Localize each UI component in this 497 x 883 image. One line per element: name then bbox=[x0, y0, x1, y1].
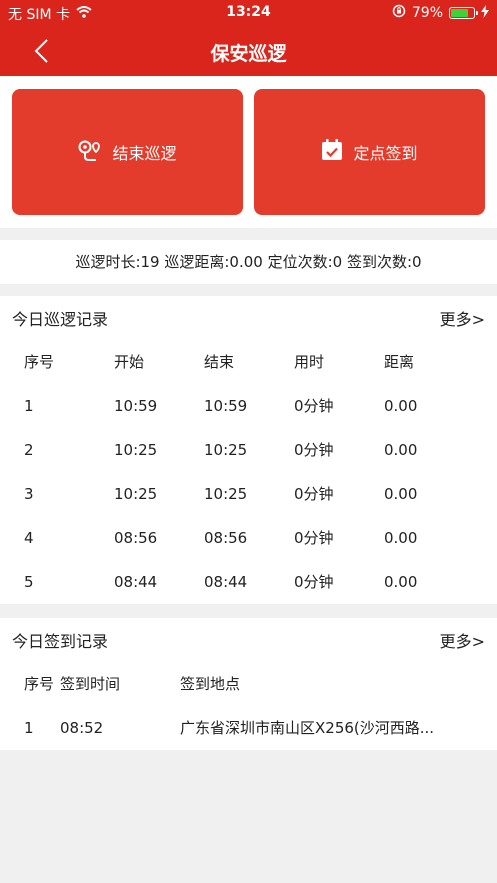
row-duration: 0分钟 bbox=[294, 573, 334, 591]
table-row[interactable]: 5 08:44 08:44 0分钟 0.00 bbox=[0, 560, 497, 604]
battery-fill bbox=[451, 9, 468, 17]
column-header: 签到时间 bbox=[60, 675, 121, 693]
row-start: 08:56 bbox=[114, 529, 158, 547]
row-index: 4 bbox=[24, 529, 34, 547]
row-duration: 0分钟 bbox=[294, 441, 334, 459]
patrol-records-title: 今日巡逻记录 bbox=[12, 310, 109, 329]
checkin-records-title: 今日签到记录 bbox=[12, 632, 109, 651]
status-bar: 无 SIM 卡 13:24 79% bbox=[0, 0, 497, 26]
row-index: 1 bbox=[24, 397, 34, 415]
table-row[interactable]: 4 08:56 08:56 0分钟 0.00 bbox=[0, 516, 497, 560]
column-header: 距离 bbox=[384, 353, 415, 371]
row-end: 10:25 bbox=[204, 441, 248, 459]
checkin-label: 定点签到 bbox=[353, 144, 418, 163]
row-end: 10:59 bbox=[204, 397, 248, 415]
status-right: 79% bbox=[392, 4, 489, 22]
table-row[interactable]: 1 10:59 10:59 0分钟 0.00 bbox=[0, 384, 497, 428]
checkin-button[interactable]: 定点签到 bbox=[254, 89, 485, 215]
row-start: 10:25 bbox=[114, 485, 158, 503]
battery-icon bbox=[449, 7, 478, 19]
row-duration: 0分钟 bbox=[294, 485, 334, 503]
calendar-check-icon bbox=[321, 139, 343, 165]
row-distance: 0.00 bbox=[384, 529, 418, 547]
column-header: 序号 bbox=[24, 353, 55, 371]
row-start: 08:44 bbox=[114, 573, 158, 591]
row-checkin-location: 广东省深圳市南山区X256(沙河西路... bbox=[180, 719, 435, 737]
end-patrol-button[interactable]: 结束巡逻 bbox=[12, 89, 243, 215]
patrol-records-header: 今日巡逻记录 更多> bbox=[12, 296, 485, 340]
table-header: 序号 签到时间 签到地点 bbox=[0, 662, 497, 706]
row-end: 08:56 bbox=[204, 529, 248, 547]
row-checkin-time: 08:52 bbox=[60, 719, 104, 737]
row-index: 5 bbox=[24, 573, 34, 591]
table-row[interactable]: 1 08:52 广东省深圳市南山区X256(沙河西路... bbox=[0, 706, 497, 750]
page-title: 保安巡逻 bbox=[210, 43, 287, 65]
row-distance: 0.00 bbox=[384, 441, 418, 459]
row-end: 10:25 bbox=[204, 485, 248, 503]
row-distance: 0.00 bbox=[384, 485, 418, 503]
row-index: 2 bbox=[24, 441, 34, 459]
checkin-more-link[interactable]: 更多> bbox=[440, 628, 485, 652]
end-patrol-label: 结束巡逻 bbox=[112, 144, 177, 163]
action-panel: 结束巡逻 定点签到 bbox=[0, 76, 497, 228]
row-distance: 0.00 bbox=[384, 397, 418, 415]
row-start: 10:25 bbox=[114, 441, 158, 459]
table-row[interactable]: 3 10:25 10:25 0分钟 0.00 bbox=[0, 472, 497, 516]
navigation-bar: 保安巡逻 bbox=[0, 26, 497, 76]
row-duration: 0分钟 bbox=[294, 397, 334, 415]
route-pin-icon bbox=[78, 139, 102, 165]
row-index: 3 bbox=[24, 485, 34, 503]
checkin-records-card: 今日签到记录 更多> 序号 签到时间 签到地点 1 08:52 广东省深圳市南山… bbox=[0, 618, 497, 750]
row-distance: 0.00 bbox=[384, 573, 418, 591]
table-header: 序号 开始 结束 用时 距离 bbox=[0, 340, 497, 384]
rotation-lock-icon bbox=[392, 4, 406, 22]
column-header: 序号 bbox=[24, 675, 55, 693]
row-duration: 0分钟 bbox=[294, 529, 334, 547]
patrol-more-link[interactable]: 更多> bbox=[440, 306, 485, 330]
patrol-stats: 巡逻时长:19 巡逻距离:0.00 定位次数:0 签到次数:0 bbox=[0, 240, 497, 284]
column-header: 结束 bbox=[204, 353, 235, 371]
column-header: 签到地点 bbox=[180, 675, 241, 693]
checkin-records-header: 今日签到记录 更多> bbox=[12, 618, 485, 662]
row-index: 1 bbox=[24, 719, 34, 737]
row-start: 10:59 bbox=[114, 397, 158, 415]
table-row[interactable]: 2 10:25 10:25 0分钟 0.00 bbox=[0, 428, 497, 472]
column-header: 开始 bbox=[114, 353, 145, 371]
row-end: 08:44 bbox=[204, 573, 248, 591]
column-header: 用时 bbox=[294, 353, 325, 371]
patrol-records-card: 今日巡逻记录 更多> 序号 开始 结束 用时 距离 1 10:59 10:59 … bbox=[0, 296, 497, 604]
charging-bolt-icon bbox=[481, 4, 489, 22]
battery-percent: 79% bbox=[411, 5, 443, 21]
